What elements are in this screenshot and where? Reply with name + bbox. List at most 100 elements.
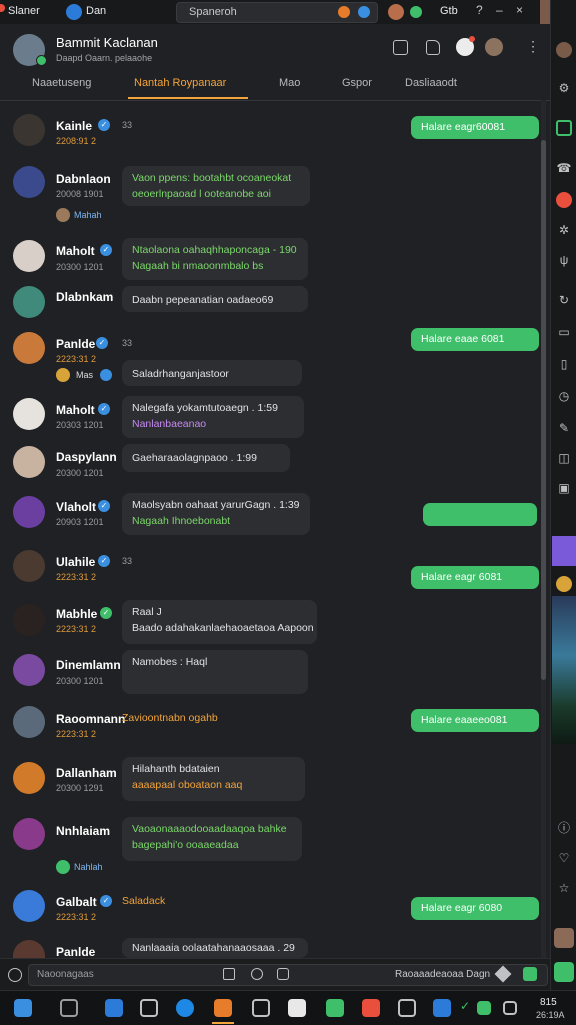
mail-icon[interactable]	[362, 999, 380, 1017]
gif-icon[interactable]	[251, 968, 263, 980]
avatar[interactable]	[13, 604, 45, 636]
thread-label[interactable]: Mahah	[74, 210, 102, 220]
avatar[interactable]	[13, 286, 45, 318]
store-icon[interactable]	[288, 999, 306, 1017]
tab-dasliaaodt[interactable]: Dasliaaodt	[405, 77, 457, 89]
avatar[interactable]	[13, 654, 45, 686]
send-icon[interactable]	[494, 965, 512, 983]
heart-icon[interactable]: ♡	[556, 850, 572, 866]
avatar[interactable]	[13, 398, 45, 430]
sender-name[interactable]: Vlaholt	[56, 500, 96, 514]
pin-icon[interactable]	[426, 40, 440, 55]
tab-mao[interactable]: Mao	[279, 77, 300, 89]
gear-icon[interactable]: ⚙	[556, 80, 572, 96]
media-preview[interactable]	[552, 596, 576, 744]
help-icon[interactable]: ?	[476, 3, 483, 17]
sender-name[interactable]: Maholt	[56, 403, 95, 417]
calculator-icon[interactable]	[252, 999, 270, 1017]
shield-icon[interactable]	[393, 40, 408, 55]
avatar[interactable]	[13, 818, 45, 850]
info-icon[interactable]: ⓘ	[556, 820, 572, 836]
avatar[interactable]	[13, 240, 45, 272]
sender-name[interactable]: Galbalt	[56, 895, 97, 909]
message-input[interactable]: Naoonagaas Raoaaadeaoaa Dagn	[28, 964, 548, 986]
search-task-icon[interactable]	[60, 999, 78, 1017]
antenna-icon[interactable]: ψ	[556, 252, 572, 268]
sender-name[interactable]: Dinemlamn	[56, 658, 121, 672]
sender-name[interactable]: Panlde	[56, 945, 95, 959]
sender-name[interactable]: Daspylann	[56, 450, 117, 464]
app-icon[interactable]	[554, 962, 574, 982]
avatar[interactable]	[13, 166, 45, 198]
avatar[interactable]	[13, 762, 45, 794]
avatar[interactable]	[13, 332, 45, 364]
avatar[interactable]	[13, 940, 45, 958]
sender-name[interactable]: Nnhlaiam	[56, 824, 110, 838]
input-placeholder: Naoonagaas	[37, 969, 94, 980]
sender-name[interactable]: Dallanham	[56, 766, 117, 780]
tab-roypanaar[interactable]: Nantah Roypanaar	[134, 77, 226, 89]
close-icon[interactable]: ×	[516, 3, 523, 17]
sender-name[interactable]: Dlabnkam	[56, 290, 113, 304]
sender-name[interactable]: Kainle	[56, 119, 92, 133]
user-avatar-icon[interactable]	[388, 4, 404, 20]
chat-icon[interactable]	[556, 120, 572, 136]
start-icon[interactable]	[14, 999, 32, 1017]
sender-name[interactable]: Dabnlaon	[56, 172, 111, 186]
settings-icon[interactable]: ✲	[556, 222, 572, 238]
refresh-icon[interactable]: ↻	[556, 292, 572, 308]
sender-name[interactable]: Raoomnann	[56, 712, 125, 726]
avatar[interactable]	[13, 890, 45, 922]
map-icon[interactable]: ◫	[556, 450, 572, 466]
clock-time[interactable]: 815	[540, 997, 557, 1008]
alert-icon[interactable]	[556, 192, 572, 208]
workspace-label[interactable]: Dan	[86, 5, 106, 17]
thread-label[interactable]: Mas	[76, 370, 93, 380]
attach-icon[interactable]	[277, 968, 289, 980]
profile-avatar[interactable]	[556, 42, 572, 58]
tray-network-icon[interactable]	[503, 1001, 517, 1015]
avatar[interactable]	[13, 446, 45, 478]
active-app-tab[interactable]	[552, 536, 576, 566]
sender-name[interactable]: Ulahile	[56, 555, 95, 569]
minimize-icon[interactable]: –	[496, 3, 503, 17]
browser-icon[interactable]	[176, 999, 194, 1017]
emoji-icon[interactable]	[556, 576, 572, 592]
bookmark-icon[interactable]: ▯	[556, 356, 572, 372]
edit-icon[interactable]: ✎	[556, 420, 572, 436]
sender-name[interactable]: Panlde	[56, 337, 95, 351]
app-orange-icon[interactable]	[214, 999, 232, 1017]
scrollbar-thumb[interactable]	[541, 140, 546, 680]
user-avatar[interactable]	[554, 928, 574, 948]
mic-icon[interactable]	[523, 967, 537, 981]
widgets-icon[interactable]	[140, 999, 158, 1017]
clock-date[interactable]: 26:19A	[536, 1010, 565, 1020]
clock-icon[interactable]: ◷	[556, 388, 572, 404]
emoji-icon[interactable]	[8, 968, 22, 982]
files-icon[interactable]	[398, 999, 416, 1017]
lock-icon[interactable]: ▣	[556, 480, 572, 496]
phone-icon[interactable]: ☎	[556, 160, 572, 176]
thread-label[interactable]: Nahlah	[74, 862, 103, 872]
avatar[interactable]	[13, 496, 45, 528]
star-icon[interactable]: ☆	[556, 880, 572, 896]
taskview-icon[interactable]	[105, 999, 123, 1017]
message-text: bagepahi'o ooaaeadaa	[132, 839, 239, 851]
avatar[interactable]	[13, 114, 45, 146]
search-icon[interactable]	[338, 6, 350, 18]
chat-app-icon[interactable]	[326, 999, 344, 1017]
tab-gspor[interactable]: Gspor	[342, 77, 372, 89]
photos-icon[interactable]	[433, 999, 451, 1017]
sender-name[interactable]: Maholt	[56, 244, 95, 258]
tab-naaetuseng[interactable]: Naaetuseng	[32, 77, 91, 89]
sender-name[interactable]: Mabhle	[56, 607, 97, 621]
notification-icon[interactable]	[358, 6, 370, 18]
more-options-icon[interactable]: ⋮	[526, 38, 540, 55]
home-icon[interactable]	[223, 968, 235, 980]
member-avatar[interactable]	[485, 38, 503, 56]
file-icon[interactable]: ▭	[556, 324, 572, 340]
tray-app-icon[interactable]	[477, 1001, 491, 1015]
avatar[interactable]	[13, 706, 45, 738]
tray-check-icon[interactable]: ✓	[460, 999, 470, 1013]
avatar[interactable]	[13, 550, 45, 582]
